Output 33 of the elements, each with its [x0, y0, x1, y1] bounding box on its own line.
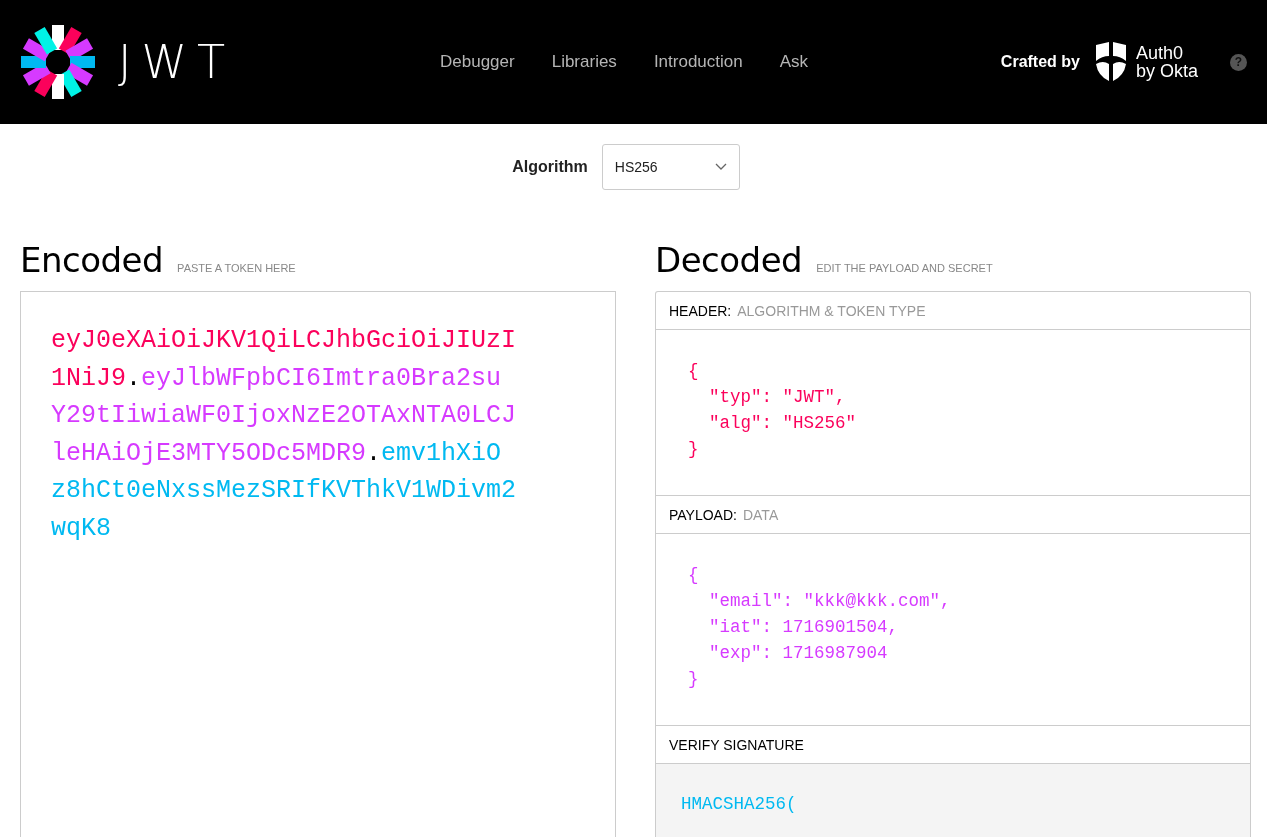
- code-line: "exp": 1716987904: [708, 642, 889, 665]
- decoded-title: Decoded: [655, 240, 803, 280]
- logo-icon: [20, 24, 96, 100]
- code-line: "alg": "HS256": [708, 412, 858, 435]
- code-line: "typ": "JWT",: [708, 386, 847, 409]
- logo-text: JWT: [118, 35, 236, 89]
- section-title: VERIFY SIGNATURE: [669, 736, 804, 753]
- nav-link[interactable]: Introduction: [653, 52, 743, 72]
- code-line: "iat": 1716901504,: [708, 616, 900, 639]
- code-line: }: [688, 668, 700, 691]
- decoded-hint: EDIT THE PAYLOAD AND SECRET: [816, 262, 993, 274]
- encoded-title: Encoded: [20, 240, 164, 280]
- section-title: PAYLOAD:: [669, 506, 737, 523]
- algorithm-label: Algorithm: [512, 158, 588, 176]
- code-line: }: [688, 438, 700, 461]
- section-title: HEADER:: [669, 302, 732, 319]
- chevron-down-icon: [714, 163, 727, 171]
- section-subtitle: DATA: [742, 506, 779, 523]
- section-subtitle: ALGORITHM & TOKEN TYPE: [737, 302, 926, 319]
- code-line: {: [688, 360, 700, 383]
- token-text: eyJ0eXAiOiJKV1QiLCJhbGciOiJIUzI1NiJ9.eyJlbWFpbCI6Imtra0Bra2suY29tIiwiaWF0IjoxNzE2OTAxNTA0LCJleHAiOjE3MTY5ODc5MDR9.emv1hXiOz8hCt0eNxssMezSRIfKVThkV1WDivm2wqK8: [51, 325, 517, 545]
- nav-link[interactable]: Libraries: [551, 52, 617, 72]
- code-line: "email": "kkk@kkk.com",: [708, 590, 952, 613]
- token-input[interactable]: eyJ0eXAiOiJKV1QiLCJhbGciOiJIUzI1NiJ9.eyJlbWFpbCI6Imtra0Bra2suY29tIiwiaWF0IjoxNzE2OTAxNTA0LCJleHAiOjE3MTY5ODc5MDR9.emv1hXiOz8hCt0eNxssMezSRIfKVThkV1WDivm2wqK8: [20, 291, 616, 837]
- nav-link[interactable]: Debugger: [440, 52, 515, 72]
- nav-link[interactable]: Ask: [779, 52, 809, 72]
- encoded-hint: PASTE A TOKEN HERE: [177, 262, 296, 274]
- algorithm-select[interactable]: HS256: [601, 144, 740, 190]
- crafted-by-text: Crafted by: [1000, 53, 1080, 71]
- brand-name[interactable]: Auth0 by Okta: [1135, 44, 1198, 80]
- code-line: {: [688, 564, 700, 587]
- code-line: HMACSHA256(: [681, 793, 798, 816]
- shield-icon: [1093, 42, 1128, 82]
